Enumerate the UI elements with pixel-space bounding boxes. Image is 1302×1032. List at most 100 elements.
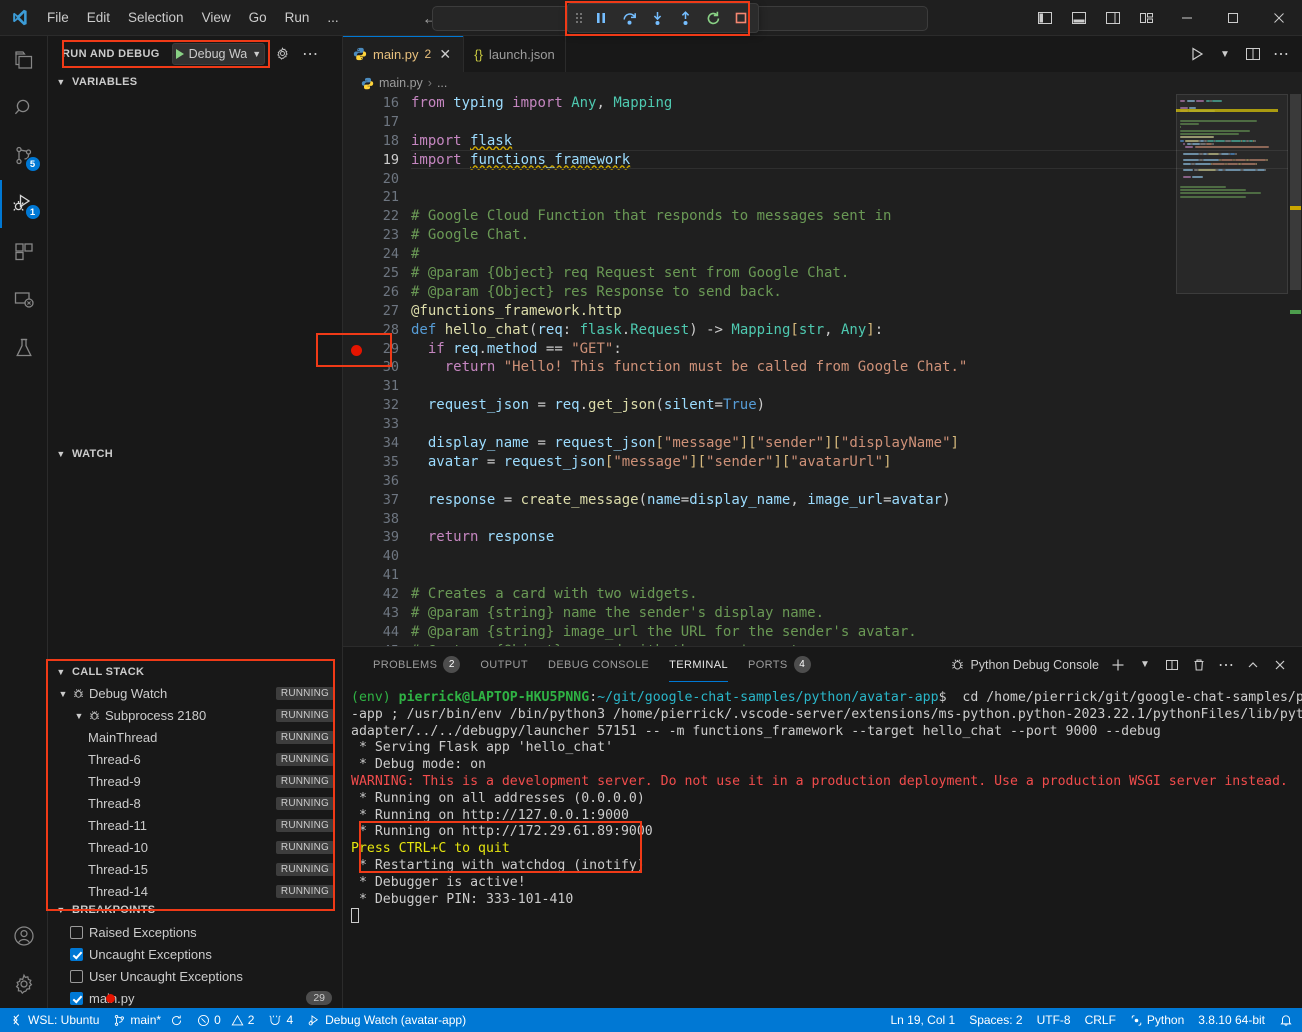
- code-line[interactable]: import flask: [411, 132, 1302, 151]
- menu-file[interactable]: File: [38, 6, 78, 29]
- sidebar-item-explorer[interactable]: [0, 36, 48, 84]
- terminal-output[interactable]: (env) pierrick@LAPTOP-HKU5PNNG:~/git/goo…: [343, 682, 1302, 1008]
- status-python-interpreter[interactable]: 3.8.10 64-bit: [1191, 1008, 1272, 1032]
- status-ports[interactable]: 4: [261, 1008, 300, 1032]
- panel-tab-ports[interactable]: PORTS4: [738, 647, 821, 682]
- code-line[interactable]: # @param {string} image_url the URL for …: [411, 623, 1302, 642]
- editor-breakpoint-dot-icon[interactable]: [351, 345, 362, 356]
- maximize-button[interactable]: [1210, 1, 1256, 35]
- code-line[interactable]: [411, 415, 1302, 434]
- code-line[interactable]: #: [411, 245, 1302, 264]
- code-line[interactable]: # Creates a card with two widgets.: [411, 585, 1302, 604]
- call-stack-row[interactable]: ▼Subprocess 2180RUNNING: [48, 705, 342, 727]
- code-line[interactable]: [411, 113, 1302, 132]
- section-watch-header[interactable]: ▼ WATCH: [48, 443, 342, 465]
- section-breakpoints-header[interactable]: ▼ BREAKPOINTS: [48, 899, 342, 921]
- customize-layout-icon[interactable]: [1130, 1, 1164, 35]
- code-line[interactable]: @functions_framework.http: [411, 302, 1302, 321]
- active-terminal-label[interactable]: Python Debug Console: [950, 657, 1099, 672]
- sidebar-more-actions-icon[interactable]: ⋯: [299, 43, 321, 65]
- step-out-icon[interactable]: [672, 6, 698, 30]
- call-stack-row[interactable]: Thread-11RUNNING: [48, 815, 342, 837]
- split-editor-right-icon[interactable]: [1240, 41, 1266, 67]
- menu-more[interactable]: ...: [318, 6, 347, 29]
- terminal-dropdown-chevron-down-icon[interactable]: ▼: [1133, 653, 1157, 677]
- call-stack-row[interactable]: Thread-14RUNNING: [48, 881, 342, 900]
- section-call-stack-header[interactable]: ▼ CALL STACK: [48, 661, 342, 683]
- close-button[interactable]: [1256, 1, 1302, 35]
- code-line[interactable]: if req.method == "GET":: [411, 340, 1302, 359]
- call-stack-row[interactable]: ▼Debug WatchRUNNING: [48, 683, 342, 705]
- stop-icon[interactable]: [728, 6, 754, 30]
- status-remote-indicator[interactable]: WSL: Ubuntu: [2, 1008, 106, 1032]
- tab-main-py[interactable]: main.py 2 ✕: [343, 36, 464, 72]
- breakpoint-row[interactable]: Raised Exceptions: [48, 921, 342, 943]
- status-notifications[interactable]: [1272, 1008, 1300, 1032]
- chevron-down-icon[interactable]: ▼: [72, 711, 86, 721]
- code-line[interactable]: display_name = request_json["message"]["…: [411, 434, 1302, 453]
- minimize-button[interactable]: [1164, 1, 1210, 35]
- breakpoint-checkbox[interactable]: [70, 948, 83, 961]
- breadcrumb-symbol[interactable]: ...: [437, 76, 447, 90]
- status-eol[interactable]: CRLF: [1078, 1008, 1123, 1032]
- step-over-icon[interactable]: [616, 6, 642, 30]
- code-line[interactable]: avatar = request_json["message"]["sender…: [411, 453, 1302, 472]
- breakpoint-row[interactable]: main.py29: [48, 987, 342, 1008]
- toggle-primary-sidebar-icon[interactable]: [1028, 1, 1062, 35]
- breakpoint-row[interactable]: User Uncaught Exceptions: [48, 965, 342, 987]
- code-line[interactable]: [411, 510, 1302, 529]
- section-variables-header[interactable]: ▼ VARIABLES: [48, 71, 342, 93]
- code-line[interactable]: # Google Chat.: [411, 226, 1302, 245]
- new-terminal-plus-icon[interactable]: [1106, 653, 1130, 677]
- sidebar-item-remote-explorer[interactable]: [0, 276, 48, 324]
- menu-edit[interactable]: Edit: [78, 6, 119, 29]
- status-language-mode[interactable]: Python: [1123, 1008, 1191, 1032]
- breakpoint-row[interactable]: Uncaught Exceptions: [48, 943, 342, 965]
- chevron-down-icon[interactable]: ▼: [56, 689, 70, 699]
- run-dropdown-chevron-down-icon[interactable]: ▼: [1212, 41, 1238, 67]
- status-problems[interactable]: 0 2: [190, 1008, 261, 1032]
- scrollbar-thumb[interactable]: [1290, 94, 1301, 290]
- debug-configuration-selector[interactable]: Debug Wa ▼: [172, 43, 266, 65]
- code-line[interactable]: # @return {Object} a card with the user'…: [411, 642, 1302, 646]
- step-into-icon[interactable]: [644, 6, 670, 30]
- status-branch[interactable]: main*: [106, 1008, 190, 1032]
- code-content[interactable]: from typing import Any, Mapping import f…: [411, 94, 1302, 646]
- code-line[interactable]: [411, 170, 1302, 189]
- code-line[interactable]: [411, 566, 1302, 585]
- split-terminal-icon[interactable]: [1160, 653, 1184, 677]
- code-line[interactable]: [411, 188, 1302, 207]
- panel-more-actions-icon[interactable]: ⋯: [1214, 653, 1238, 677]
- code-line[interactable]: [411, 547, 1302, 566]
- code-line[interactable]: # @param {string} name the sender's disp…: [411, 604, 1302, 623]
- kill-terminal-trash-icon[interactable]: [1187, 653, 1211, 677]
- call-stack-row[interactable]: Thread-6RUNNING: [48, 749, 342, 771]
- close-panel-icon[interactable]: [1268, 653, 1292, 677]
- editor-more-actions-icon[interactable]: ⋯: [1268, 41, 1294, 67]
- pause-icon[interactable]: [588, 6, 614, 30]
- status-debug-session[interactable]: Debug Watch (avatar-app): [300, 1008, 473, 1032]
- restart-icon[interactable]: [700, 6, 726, 30]
- call-stack-row[interactable]: Thread-8RUNNING: [48, 793, 342, 815]
- call-stack-row[interactable]: Thread-15RUNNING: [48, 859, 342, 881]
- run-python-file-icon[interactable]: [1184, 41, 1210, 67]
- open-launch-json-gear-icon[interactable]: [271, 43, 293, 65]
- sidebar-item-search[interactable]: [0, 84, 48, 132]
- debug-toolbar[interactable]: [567, 3, 759, 33]
- menu-view[interactable]: View: [193, 6, 240, 29]
- menu-selection[interactable]: Selection: [119, 6, 193, 29]
- minimap[interactable]: [1176, 94, 1288, 646]
- editor-scrollbar[interactable]: [1288, 94, 1302, 646]
- tab-launch-json[interactable]: {} launch.json: [464, 36, 565, 72]
- call-stack-row[interactable]: Thread-9RUNNING: [48, 771, 342, 793]
- accounts-icon[interactable]: [0, 912, 48, 960]
- menu-run[interactable]: Run: [276, 6, 319, 29]
- code-line[interactable]: def hello_chat(req: flask.Request) -> Ma…: [411, 321, 1302, 340]
- breakpoint-checkbox[interactable]: [70, 926, 83, 939]
- code-line[interactable]: return response: [411, 528, 1302, 547]
- code-line[interactable]: request_json = req.get_json(silent=True): [411, 396, 1302, 415]
- code-line[interactable]: from typing import Any, Mapping: [411, 94, 1302, 113]
- sidebar-item-source-control[interactable]: 5: [0, 132, 48, 180]
- call-stack-row[interactable]: MainThreadRUNNING: [48, 727, 342, 749]
- code-line[interactable]: [411, 472, 1302, 491]
